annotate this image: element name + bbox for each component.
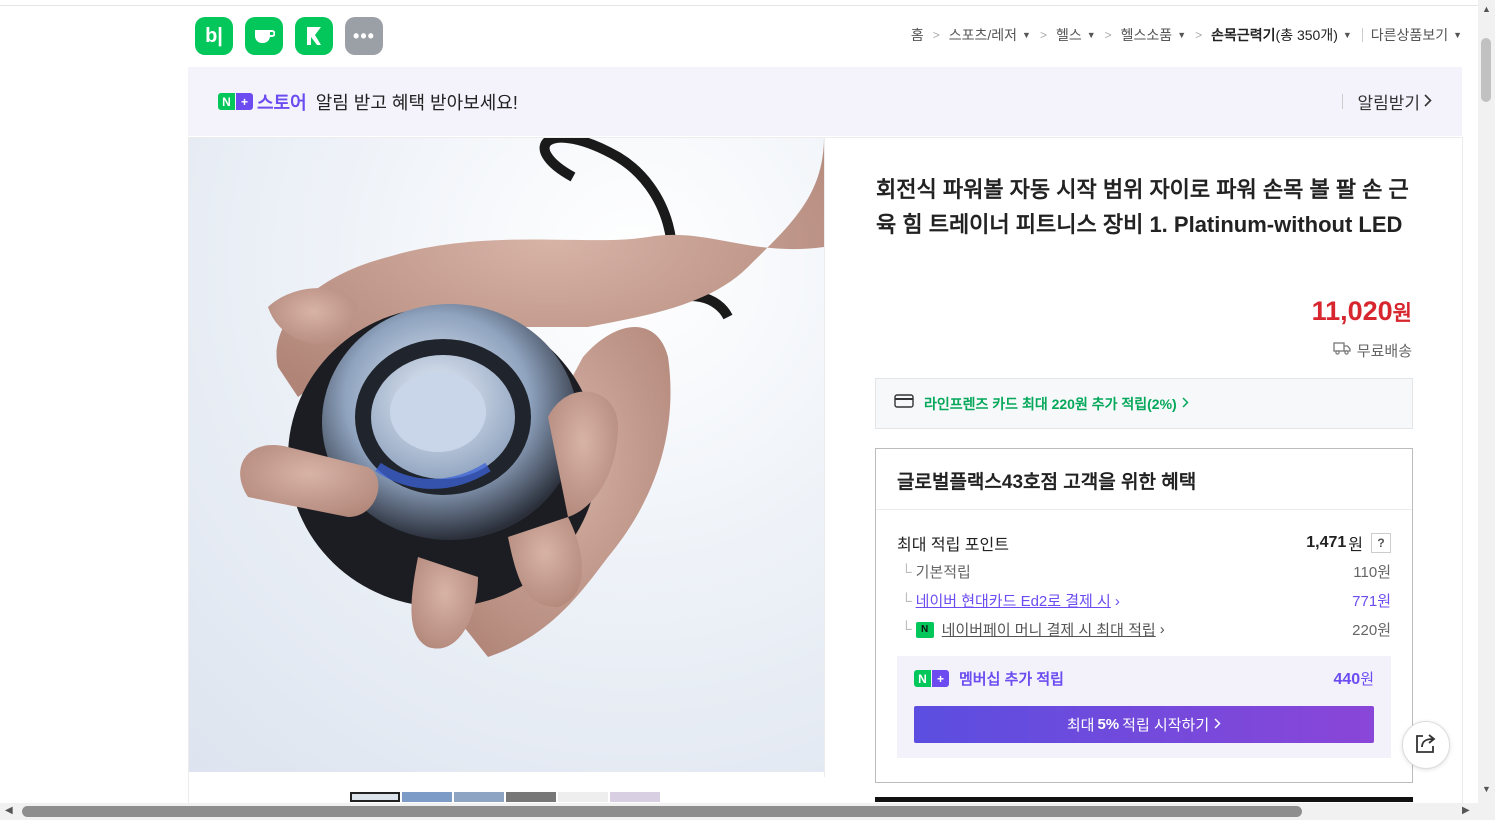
product-image[interactable] [188, 137, 824, 772]
breadcrumb-health-goods[interactable]: 헬스소품 ▼ [1121, 25, 1186, 45]
max-points-unit: 원 [1348, 537, 1363, 554]
thumbnail[interactable] [558, 792, 608, 802]
scroll-down-arrow[interactable]: ▼ [1482, 784, 1491, 794]
chevron-down-icon: ▼ [1453, 30, 1462, 40]
breadcrumb-separator: > [1039, 28, 1047, 42]
thumbnail[interactable] [402, 792, 452, 802]
plus-badge: + [236, 93, 253, 110]
n-badge: N [914, 670, 931, 687]
breadcrumb-separator: > [1104, 28, 1112, 42]
mark-icon[interactable] [295, 17, 333, 55]
price-value: 11,020 [1311, 296, 1393, 326]
thumbnail[interactable] [454, 792, 504, 802]
membership-line: N + 멤버십 추가 적립 440원 [914, 668, 1374, 689]
thumbnail[interactable] [610, 792, 660, 802]
scrollbar-corner [1478, 803, 1495, 820]
scroll-right-arrow[interactable]: ▶ [1462, 805, 1470, 816]
banner-divider [1342, 94, 1344, 109]
credit-card-icon [894, 394, 914, 413]
membership-box: N + 멤버십 추가 적립 440원 최대 5% 적립 시작하기 [897, 656, 1391, 758]
membership-value: 440원 [1333, 671, 1374, 688]
chevron-down-icon: ▼ [1086, 30, 1096, 40]
n-badge: N [218, 93, 235, 110]
thumbnail[interactable] [350, 792, 400, 802]
breadcrumb-separator: > [1195, 28, 1203, 42]
membership-label-group: N + 멤버십 추가 적립 [914, 668, 1064, 689]
chevron-right-icon [1424, 92, 1432, 112]
points-sublabel: └ 네이버 현대카드 Ed2로 결제 시 › [901, 593, 1120, 610]
scroll-left-arrow[interactable]: ◀ [5, 805, 13, 816]
plus-badge: + [932, 670, 949, 687]
notification-banner: N + 스토어 알림 받고 혜택 받아보세요! 알림받기 [188, 67, 1462, 136]
max-points-row: 최대 적립 포인트 1,471 원 ? [897, 531, 1391, 555]
points-subrow: └ 기본적립 110원 [897, 561, 1391, 582]
chevron-down-icon: ▼ [1342, 30, 1352, 40]
vertical-scrollbar[interactable]: ▲ ▼ [1478, 0, 1495, 803]
shipping-label: 무료배송 [1356, 343, 1412, 360]
points-subrow: └ 네이버 현대카드 Ed2로 결제 시 › 771원 [897, 590, 1391, 611]
membership-label: 멤버십 추가 적립 [959, 671, 1064, 688]
top-rule [0, 5, 1478, 6]
max-points-number: 1,471 [1306, 534, 1347, 551]
cafe-icon[interactable] [245, 17, 283, 55]
product-price: 11,020 원 [1312, 296, 1412, 327]
chevron-down-icon: ▼ [1177, 30, 1187, 40]
more-icon[interactable]: ••• [345, 17, 383, 55]
alarm-button[interactable]: 알림받기 [1342, 89, 1432, 114]
max-points-label: 최대 적립 포인트 [897, 537, 1009, 554]
thumbnail[interactable] [506, 792, 556, 802]
cta-percent: 5% [1097, 716, 1120, 733]
card-benefit-text: 라인프렌즈 카드 최대 220원 추가 적립(2%) [924, 395, 1177, 412]
benefit-panel: 글로벌플랙스43호점 고객을 위한 혜택 최대 적립 포인트 1,471 원 ? … [875, 448, 1413, 783]
banner-message: 알림 받고 혜택 받아보세요! [315, 92, 518, 113]
chevron-right-icon [1182, 395, 1189, 413]
vertical-scroll-thumb[interactable] [1481, 38, 1491, 102]
horizontal-scrollbar[interactable]: ◀ ▶ [0, 803, 1478, 820]
option-section-top-border [875, 797, 1413, 802]
chevron-right-icon [1214, 716, 1221, 733]
share-icon [1414, 732, 1438, 759]
other-products-dropdown[interactable]: 다른상품보기 ▼ [1371, 25, 1462, 45]
thumbnail-strip [350, 792, 660, 802]
share-button[interactable] [1402, 721, 1450, 769]
naverpay-icon: N [915, 621, 934, 638]
section-divider [824, 137, 825, 777]
card-benefit-link[interactable]: 라인프렌즈 카드 최대 220원 추가 적립(2%) [875, 378, 1413, 429]
points-subvalue: 771원 [1352, 593, 1391, 610]
cta-prefix: 최대 [1066, 717, 1095, 734]
membership-start-button[interactable]: 최대 5% 적립 시작하기 [914, 706, 1374, 743]
naverpay-link[interactable]: 네이버페이 머니 결제 시 최대 적립 [942, 619, 1156, 640]
shipping-info: 무료배송 [1333, 340, 1412, 361]
product-title: 회전식 파워볼 자동 시작 범위 자이로 파워 손목 볼 팔 손 근육 힘 트레… [876, 177, 1409, 237]
breadcrumb-current[interactable]: 손목근력기 (총 350개) ▼ [1211, 25, 1352, 45]
nplus-logo: N + [218, 93, 253, 110]
help-button[interactable]: ? [1371, 533, 1391, 553]
scroll-up-arrow[interactable]: ▲ [1482, 4, 1491, 14]
hyundai-card-link[interactable]: 네이버 현대카드 Ed2로 결제 시 [916, 593, 1111, 610]
breadcrumb-sports[interactable]: 스포츠/레저 ▼ [949, 25, 1031, 45]
breadcrumb-divider [1361, 28, 1363, 42]
nplus-logo: N + [914, 670, 949, 687]
app-icons: b| ••• [195, 17, 383, 55]
points-subvalue: 110원 [1353, 564, 1391, 581]
cta-suffix: 적립 시작하기 [1122, 717, 1210, 734]
store-label: 스토어 [257, 92, 307, 113]
price-unit: 원 [1392, 302, 1412, 325]
benefit-heading: 글로벌플랙스43호점 고객을 위한 혜택 [876, 449, 1412, 510]
max-points-value: 1,471 원 ? [1306, 531, 1391, 555]
breadcrumb-health[interactable]: 헬스 ▼ [1056, 25, 1096, 45]
breadcrumb-separator: > [932, 28, 940, 42]
points-sublabel: └ N 네이버페이 머니 결제 시 최대 적립 › [901, 619, 1165, 640]
truck-icon [1333, 342, 1351, 359]
breadcrumb-home[interactable]: 홈 [911, 25, 924, 45]
blog-icon[interactable]: b| [195, 17, 233, 55]
points-subrow: └ N 네이버페이 머니 결제 시 최대 적립 › 220원 [897, 619, 1391, 640]
breadcrumb: 홈 > 스포츠/레저 ▼ > 헬스 ▼ > 헬스소품 ▼ > 손목근력기 (총 350개… [911, 25, 1462, 45]
alarm-button-label: 알림받기 [1357, 94, 1420, 113]
chevron-down-icon: ▼ [1022, 30, 1031, 40]
points-subvalue: 220원 [1352, 622, 1391, 639]
points-sublabel: └ 기본적립 [901, 564, 971, 581]
horizontal-scroll-thumb[interactable] [22, 806, 1302, 817]
